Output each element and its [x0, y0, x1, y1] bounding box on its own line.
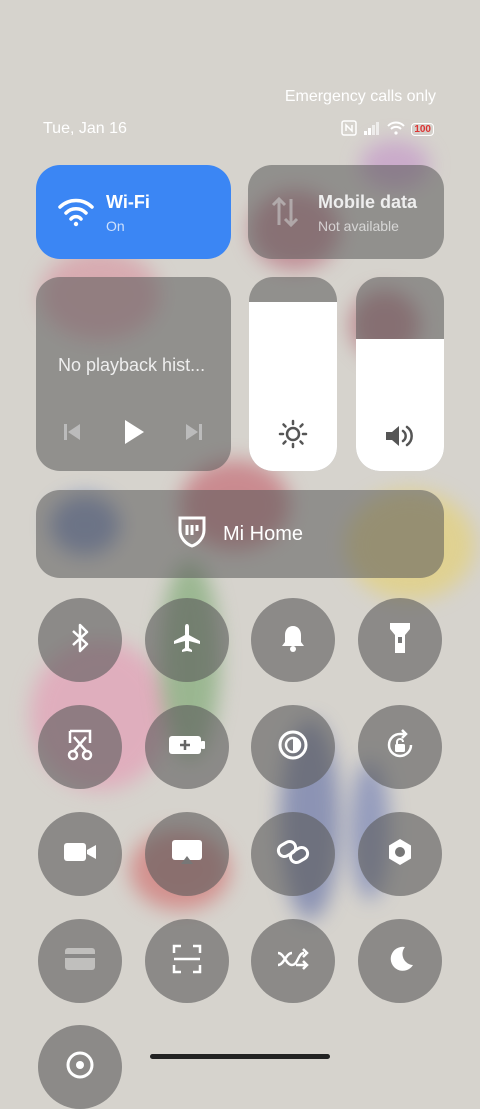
- flashlight-icon: [388, 621, 412, 660]
- status-icons: 100: [341, 120, 434, 139]
- bell-icon: [279, 623, 307, 658]
- scanner-toggle[interactable]: [145, 919, 229, 1003]
- card-icon: [64, 947, 96, 976]
- volume-fill: [356, 339, 444, 471]
- location-toggle[interactable]: [38, 1025, 122, 1109]
- rotate-lock-icon: [384, 728, 416, 766]
- mobile-data-title: Mobile data: [318, 192, 418, 212]
- media-player-tile[interactable]: No playback hist...: [36, 277, 231, 471]
- cast-icon: [171, 838, 203, 871]
- location-icon: [65, 1050, 95, 1085]
- scissors-icon: [65, 729, 95, 766]
- brightness-slider[interactable]: [249, 277, 337, 471]
- link-toggle[interactable]: [251, 812, 335, 896]
- wallet-toggle[interactable]: [38, 919, 122, 1003]
- home-indicator[interactable]: [150, 1054, 330, 1059]
- wifi-tile[interactable]: Wi-Fi On: [36, 165, 231, 259]
- mobile-data-icon: [270, 195, 300, 234]
- auto-rotate-toggle[interactable]: [358, 705, 442, 789]
- screenshot-toggle[interactable]: [38, 705, 122, 789]
- airplane-mode-toggle[interactable]: [145, 598, 229, 682]
- wifi-icon: [58, 195, 94, 232]
- contrast-toggle[interactable]: [251, 705, 335, 789]
- mi-home-tile[interactable]: Mi Home: [36, 490, 444, 578]
- contrast-icon: [277, 729, 309, 766]
- mobile-data-tile[interactable]: Mobile data Not available: [248, 165, 444, 259]
- shuffle-off-icon: [276, 947, 310, 976]
- data-saver-toggle[interactable]: [251, 919, 335, 1003]
- ringer-toggle[interactable]: [251, 598, 335, 682]
- battery-level: 100: [414, 124, 431, 135]
- date-label: Tue, Jan 16: [43, 120, 127, 137]
- mobile-data-status: Not available: [318, 218, 399, 234]
- volume-slider[interactable]: [356, 277, 444, 471]
- airplane-icon: [171, 622, 203, 659]
- wifi-status-icon: [387, 121, 406, 138]
- settings-toggle[interactable]: [358, 812, 442, 896]
- video-camera-icon: [63, 840, 97, 869]
- play-icon[interactable]: [122, 418, 146, 451]
- link-icon: [276, 837, 310, 872]
- scan-icon: [172, 944, 202, 979]
- wifi-status: On: [106, 218, 125, 234]
- signal-icon: [363, 121, 381, 138]
- battery-plus-icon: [168, 734, 206, 761]
- cast-toggle[interactable]: [145, 812, 229, 896]
- carrier-status: Emergency calls only: [284, 88, 436, 105]
- bluetooth-icon: [66, 622, 94, 659]
- video-toggle[interactable]: [38, 812, 122, 896]
- battery-icon: 100: [411, 123, 434, 136]
- battery-saver-toggle[interactable]: [145, 705, 229, 789]
- dark-mode-toggle[interactable]: [358, 919, 442, 1003]
- mi-home-icon: [177, 514, 207, 554]
- sun-icon: [249, 419, 337, 449]
- flashlight-toggle[interactable]: [358, 598, 442, 682]
- bluetooth-toggle[interactable]: [38, 598, 122, 682]
- previous-track-icon[interactable]: [62, 421, 82, 448]
- media-status-text: No playback hist...: [58, 355, 206, 375]
- next-track-icon[interactable]: [184, 421, 204, 448]
- mi-home-label: Mi Home: [222, 522, 303, 545]
- volume-icon: [356, 423, 444, 449]
- hexagon-gear-icon: [385, 837, 415, 872]
- moon-icon: [385, 944, 415, 979]
- nfc-icon: [341, 120, 358, 139]
- wifi-title: Wi-Fi: [106, 192, 150, 212]
